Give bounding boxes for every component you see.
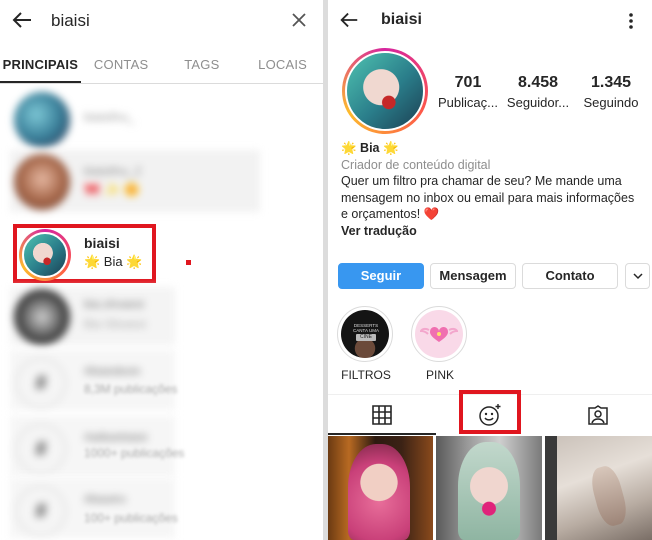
result-name: biaisifnu_ <box>84 110 135 124</box>
annotation-highlight-box <box>459 390 521 434</box>
avatar <box>14 154 70 210</box>
result-subtitle: 🌟 Bia 🌟 <box>84 254 143 269</box>
more-options-icon[interactable] <box>628 12 634 30</box>
search-bar: biaisi <box>0 0 323 42</box>
search-tabs: PRINCIPAIS CONTAS TAGS LOCAIS <box>0 50 323 84</box>
profile-avatar[interactable] <box>342 48 428 134</box>
stat-value: 701 <box>454 74 482 91</box>
search-result-biaisi[interactable]: biaisi 🌟 Bia 🌟 <box>13 224 156 283</box>
list-item[interactable]: # #biaslro 100+ publicações <box>10 478 270 540</box>
result-subtitle: 🎀 ✨ 🌼 <box>84 182 140 197</box>
highlight-pink[interactable]: PINK <box>411 306 469 382</box>
grid-icon <box>372 405 392 425</box>
contact-button[interactable]: Contato <box>522 263 618 289</box>
post-thumbnail[interactable] <box>545 436 652 540</box>
list-item[interactable]: # #aiibarbiaisi 1000+ publicações <box>10 416 270 478</box>
see-translation-link[interactable]: Ver tradução <box>341 223 641 240</box>
result-name: #biaslro <box>84 492 127 506</box>
profile-bio: 🌟 Bia 🌟 Criador de conteúdo digital Quer… <box>341 140 641 239</box>
hashtag-icon: # <box>16 358 66 408</box>
stat-value: 8.458 <box>517 74 559 91</box>
tab-grid[interactable] <box>328 395 436 435</box>
back-arrow-icon[interactable] <box>338 9 360 31</box>
follow-button[interactable]: Seguir <box>338 263 424 289</box>
tab-locais[interactable]: LOCAIS <box>242 50 323 83</box>
list-item[interactable]: biaisifnu_2 🎀 ✨ 🌼 <box>10 150 270 212</box>
search-panel: biaisi PRINCIPAIS CONTAS TAGS LOCAIS bia… <box>0 0 323 540</box>
stat-label: Publicaç... <box>438 95 498 110</box>
clear-search-icon[interactable] <box>290 11 308 29</box>
result-subtitle: 100+ publicações <box>84 511 178 525</box>
highlight-label: FILTROS <box>341 368 391 382</box>
avatar <box>14 92 70 148</box>
list-item[interactable]: # #biaisiboin 8,3M publicações <box>10 350 270 412</box>
profile-name: 🌟 Bia 🌟 <box>341 141 399 155</box>
bio-text: Quer um filtro pra chamar de seu? Me man… <box>341 174 635 221</box>
stat-value: 1.345 <box>590 74 632 91</box>
result-subtitle: 8,3M publicações <box>84 382 178 396</box>
result-name: biaisi <box>84 235 120 251</box>
profile-username: biaisi <box>381 11 422 28</box>
highlight-cover <box>411 306 467 362</box>
suggested-dropdown-button[interactable] <box>625 263 650 289</box>
avatar <box>19 229 71 281</box>
tab-principais[interactable]: PRINCIPAIS <box>0 50 81 83</box>
stat-label: Seguidor... <box>506 95 570 110</box>
profile-header: biaisi <box>328 0 652 42</box>
result-name: #biaisiboin <box>84 364 141 378</box>
result-subtitle: Bia Silvaesi <box>84 317 147 331</box>
result-name: #aiibarbiaisi <box>84 430 148 444</box>
search-input[interactable]: biaisi <box>51 11 90 31</box>
highlight-filtros[interactable]: DESSERTS CANTA UMA MUSICA CINE FILTROS <box>337 306 395 382</box>
result-name: biaisifnu_2 <box>84 164 142 178</box>
profile-stats: 701 Publicaç... 8.458 Seguidor... 1.345 … <box>438 74 652 110</box>
message-button[interactable]: Mensagem <box>430 263 516 289</box>
tab-tagged[interactable] <box>544 395 652 435</box>
highlight-cover: DESSERTS CANTA UMA MUSICA CINE <box>337 306 393 362</box>
profile-actions: Seguir Mensagem Contato <box>338 263 650 289</box>
stat-following[interactable]: 1.345 Seguindo <box>578 74 644 110</box>
post-thumbnail[interactable] <box>436 436 542 540</box>
stat-followers[interactable]: 8.458 Seguidor... <box>498 74 578 110</box>
chevron-down-icon <box>632 273 643 280</box>
tagged-user-icon <box>588 405 608 425</box>
tab-tags[interactable]: TAGS <box>162 50 243 83</box>
back-arrow-icon[interactable] <box>10 8 34 32</box>
heart-wings-icon <box>420 326 458 342</box>
post-thumbnail[interactable] <box>328 436 433 540</box>
highlight-tag: CINE <box>356 334 376 341</box>
hashtag-icon: # <box>16 424 66 474</box>
result-subtitle: 1000+ publicações <box>84 446 185 460</box>
hashtag-icon: # <box>16 486 66 536</box>
profile-panel: biaisi 701 Publicaç... 8.458 Seguidor...… <box>328 0 652 540</box>
profile-category: Criador de conteúdo digital <box>341 157 491 172</box>
list-item[interactable]: bia.shvaesi Bia Silvaesi <box>10 287 270 349</box>
highlight-label: PINK <box>425 368 454 382</box>
list-item[interactable]: biaisifnu_ <box>10 88 270 150</box>
stat-posts[interactable]: 701 Publicaç... <box>438 74 498 110</box>
tab-contas[interactable]: CONTAS <box>81 50 162 83</box>
stat-label: Seguindo <box>583 95 639 110</box>
result-name: bia.shvaesi <box>84 297 145 311</box>
avatar <box>14 289 70 345</box>
annotation-dot <box>186 260 191 265</box>
